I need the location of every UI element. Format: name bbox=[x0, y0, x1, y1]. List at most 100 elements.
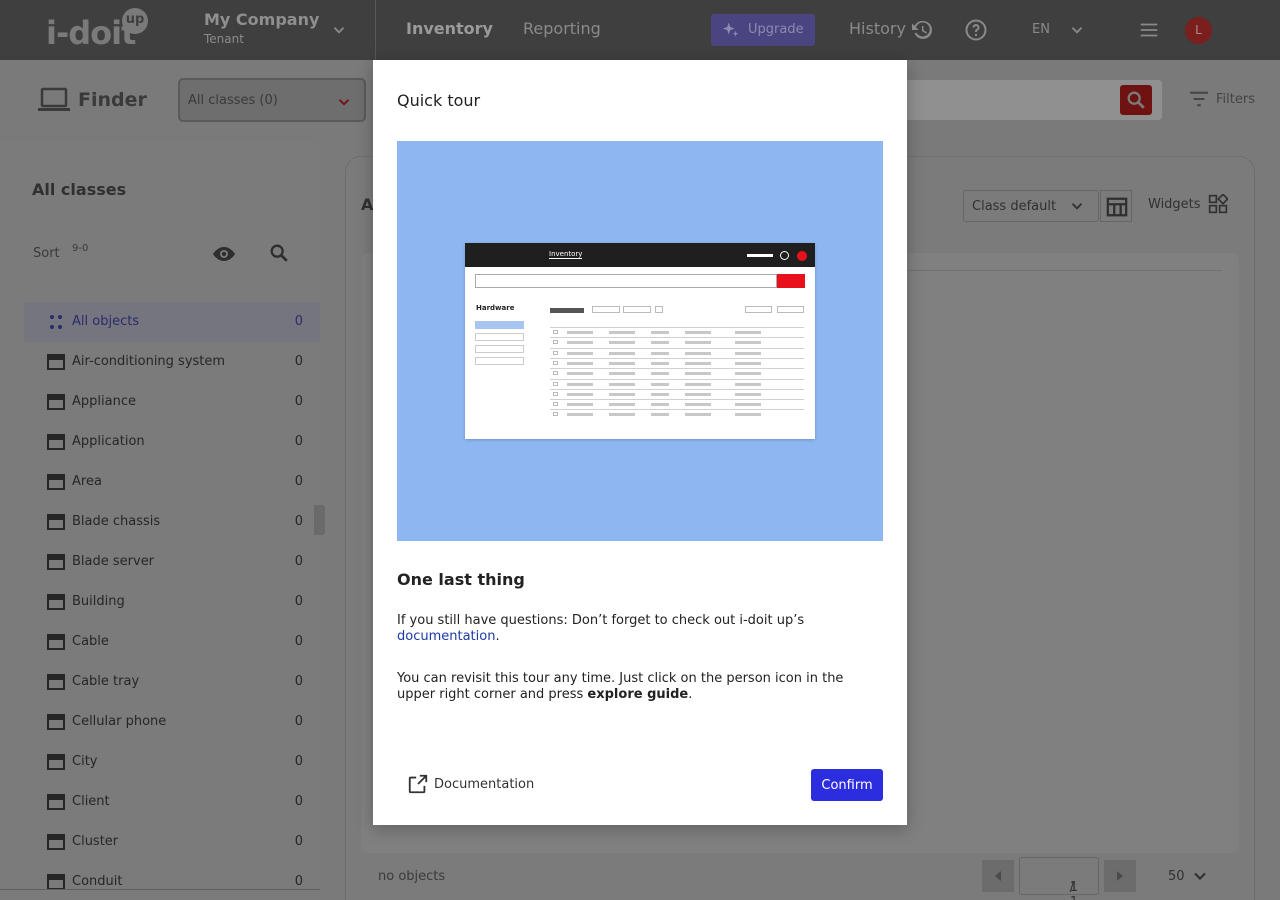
documentation-link[interactable]: documentation bbox=[397, 629, 495, 644]
top-bar: i-doit up My Company Tenant Inventory Re… bbox=[0, 0, 1280, 60]
page-size-select[interactable]: 50 bbox=[1168, 869, 1185, 884]
chevron-left-icon bbox=[995, 871, 1001, 881]
page-input[interactable]: 1 / 1 bbox=[1019, 857, 1099, 900]
history-link[interactable]: History bbox=[849, 19, 906, 38]
sidebar-item[interactable]: Blade chassis 0 bbox=[24, 502, 320, 542]
mockup-cell bbox=[735, 403, 761, 407]
application-icon bbox=[46, 432, 66, 452]
mockup-search-button bbox=[777, 274, 805, 288]
hamburger-menu-icon[interactable] bbox=[1138, 19, 1160, 41]
language-select[interactable]: EN bbox=[1032, 22, 1050, 37]
sidebar-item-label: City bbox=[72, 754, 98, 769]
mockup-cell bbox=[685, 372, 711, 376]
sidebar-item[interactable]: City 0 bbox=[24, 742, 320, 782]
mockup-cell bbox=[735, 351, 761, 355]
dialog-paragraph-1: If you still have questions: Don’t forge… bbox=[397, 613, 883, 645]
mockup-nav-label: Inventory bbox=[549, 250, 583, 259]
widgets-label[interactable]: Widgets bbox=[1148, 197, 1201, 212]
sidebar-item[interactable]: Cluster 0 bbox=[24, 822, 320, 862]
chevron-down-icon[interactable] bbox=[330, 21, 348, 39]
page-title: Finder bbox=[78, 89, 147, 111]
mockup-cell bbox=[685, 351, 711, 355]
mockup-cell bbox=[735, 372, 761, 376]
grid-dots-icon bbox=[46, 312, 66, 332]
external-link-icon bbox=[408, 774, 428, 794]
sidebar-item[interactable]: Cable tray 0 bbox=[24, 662, 320, 702]
explore-guide-text: explore guide bbox=[587, 687, 689, 702]
view-select-value: Class default bbox=[972, 199, 1057, 214]
mockup-cell bbox=[609, 361, 635, 365]
chevron-down-icon[interactable] bbox=[1190, 866, 1210, 886]
help-icon[interactable] bbox=[964, 18, 988, 42]
class-select[interactable]: All classes (0) bbox=[178, 78, 366, 122]
mockup-checkbox bbox=[553, 371, 558, 376]
previous-page-button[interactable] bbox=[982, 860, 1014, 892]
mockup-checkbox bbox=[553, 330, 558, 334]
upgrade-label: Upgrade bbox=[748, 22, 804, 37]
sidebar-item-count: 0 bbox=[294, 714, 303, 729]
sidebar-item-label: Blade chassis bbox=[72, 514, 161, 529]
nav-inventory[interactable]: Inventory bbox=[406, 19, 493, 38]
mockup-cell bbox=[651, 403, 669, 407]
search-icon[interactable] bbox=[268, 242, 290, 264]
table-view-button[interactable] bbox=[1100, 190, 1132, 222]
avatar[interactable]: L bbox=[1185, 17, 1212, 44]
mockup-row-line bbox=[550, 399, 804, 401]
history-icon[interactable] bbox=[910, 18, 934, 42]
sidebar-item[interactable]: Area 0 bbox=[24, 462, 320, 502]
mockup-cell bbox=[735, 331, 761, 334]
chevron-down-icon[interactable] bbox=[1068, 21, 1086, 39]
sidebar-item-count: 0 bbox=[294, 314, 303, 329]
sidebar-item-count: 0 bbox=[294, 514, 303, 529]
sidebar-item[interactable]: All objects 0 bbox=[24, 302, 320, 342]
upgrade-button[interactable]: Upgrade bbox=[711, 14, 815, 46]
tenant-name: My Company bbox=[204, 10, 320, 29]
sidebar-item[interactable]: Appliance 0 bbox=[24, 382, 320, 422]
sidebar-item[interactable]: Application 0 bbox=[24, 422, 320, 462]
laptop-icon bbox=[46, 792, 66, 812]
mockup-cell bbox=[735, 392, 761, 396]
next-page-button[interactable] bbox=[1104, 860, 1136, 892]
tour-mockup: Inventory Hardware bbox=[465, 243, 815, 439]
mockup-cell bbox=[609, 372, 635, 376]
sidebar-item[interactable]: Cellular phone 0 bbox=[24, 702, 320, 742]
widgets-icon[interactable] bbox=[1208, 194, 1228, 214]
page-total: / 1 bbox=[1069, 880, 1078, 900]
mockup-row-line bbox=[550, 409, 804, 411]
paragraph-end: . bbox=[495, 629, 500, 644]
sidebar-item[interactable]: Blade server 0 bbox=[24, 542, 320, 582]
mockup-side-item bbox=[475, 345, 524, 353]
sidebar-item[interactable]: Client 0 bbox=[24, 782, 320, 822]
tenant-switcher[interactable]: My Company Tenant bbox=[204, 10, 319, 46]
sidebar-item-label: Blade server bbox=[72, 554, 155, 569]
mockup-cell bbox=[651, 351, 669, 355]
logo-badge: up bbox=[122, 8, 148, 34]
sidebar-item-count: 0 bbox=[294, 834, 303, 849]
sidebar-item[interactable]: Building 0 bbox=[24, 582, 320, 622]
sidebar-collapse-handle[interactable] bbox=[314, 505, 325, 535]
confirm-button[interactable]: Confirm bbox=[811, 769, 883, 801]
quick-tour-dialog: Quick tour Inventory Hardware One last t… bbox=[373, 60, 907, 825]
sort-numeric-icon[interactable]: 9-0 bbox=[72, 243, 88, 254]
search-button[interactable] bbox=[1120, 85, 1152, 115]
cable-tray-icon bbox=[46, 672, 66, 692]
nav-reporting[interactable]: Reporting bbox=[523, 19, 601, 38]
mockup-side-item bbox=[475, 333, 524, 341]
mockup-tab bbox=[550, 308, 584, 313]
sidebar-item[interactable]: Cable 0 bbox=[24, 622, 320, 662]
mockup-avatar bbox=[797, 251, 807, 261]
eye-icon[interactable] bbox=[212, 242, 236, 266]
sidebar-item[interactable]: Conduit 0 bbox=[24, 862, 320, 900]
paragraph-end: . bbox=[688, 687, 693, 702]
sidebar-title: All classes bbox=[32, 180, 127, 199]
mockup-cell bbox=[651, 382, 669, 386]
sidebar-item-label: Area bbox=[72, 474, 102, 489]
sidebar-item-label: Appliance bbox=[72, 394, 136, 409]
view-select[interactable]: Class default bbox=[963, 190, 1099, 222]
mockup-cell bbox=[567, 331, 593, 334]
sidebar-item-label: Cable tray bbox=[72, 674, 140, 689]
logo[interactable]: i-doit up bbox=[46, 8, 150, 54]
blade-server-icon bbox=[46, 552, 66, 572]
sidebar-item-count: 0 bbox=[294, 754, 303, 769]
sidebar-item[interactable]: Air-conditioning system 0 bbox=[24, 342, 320, 382]
